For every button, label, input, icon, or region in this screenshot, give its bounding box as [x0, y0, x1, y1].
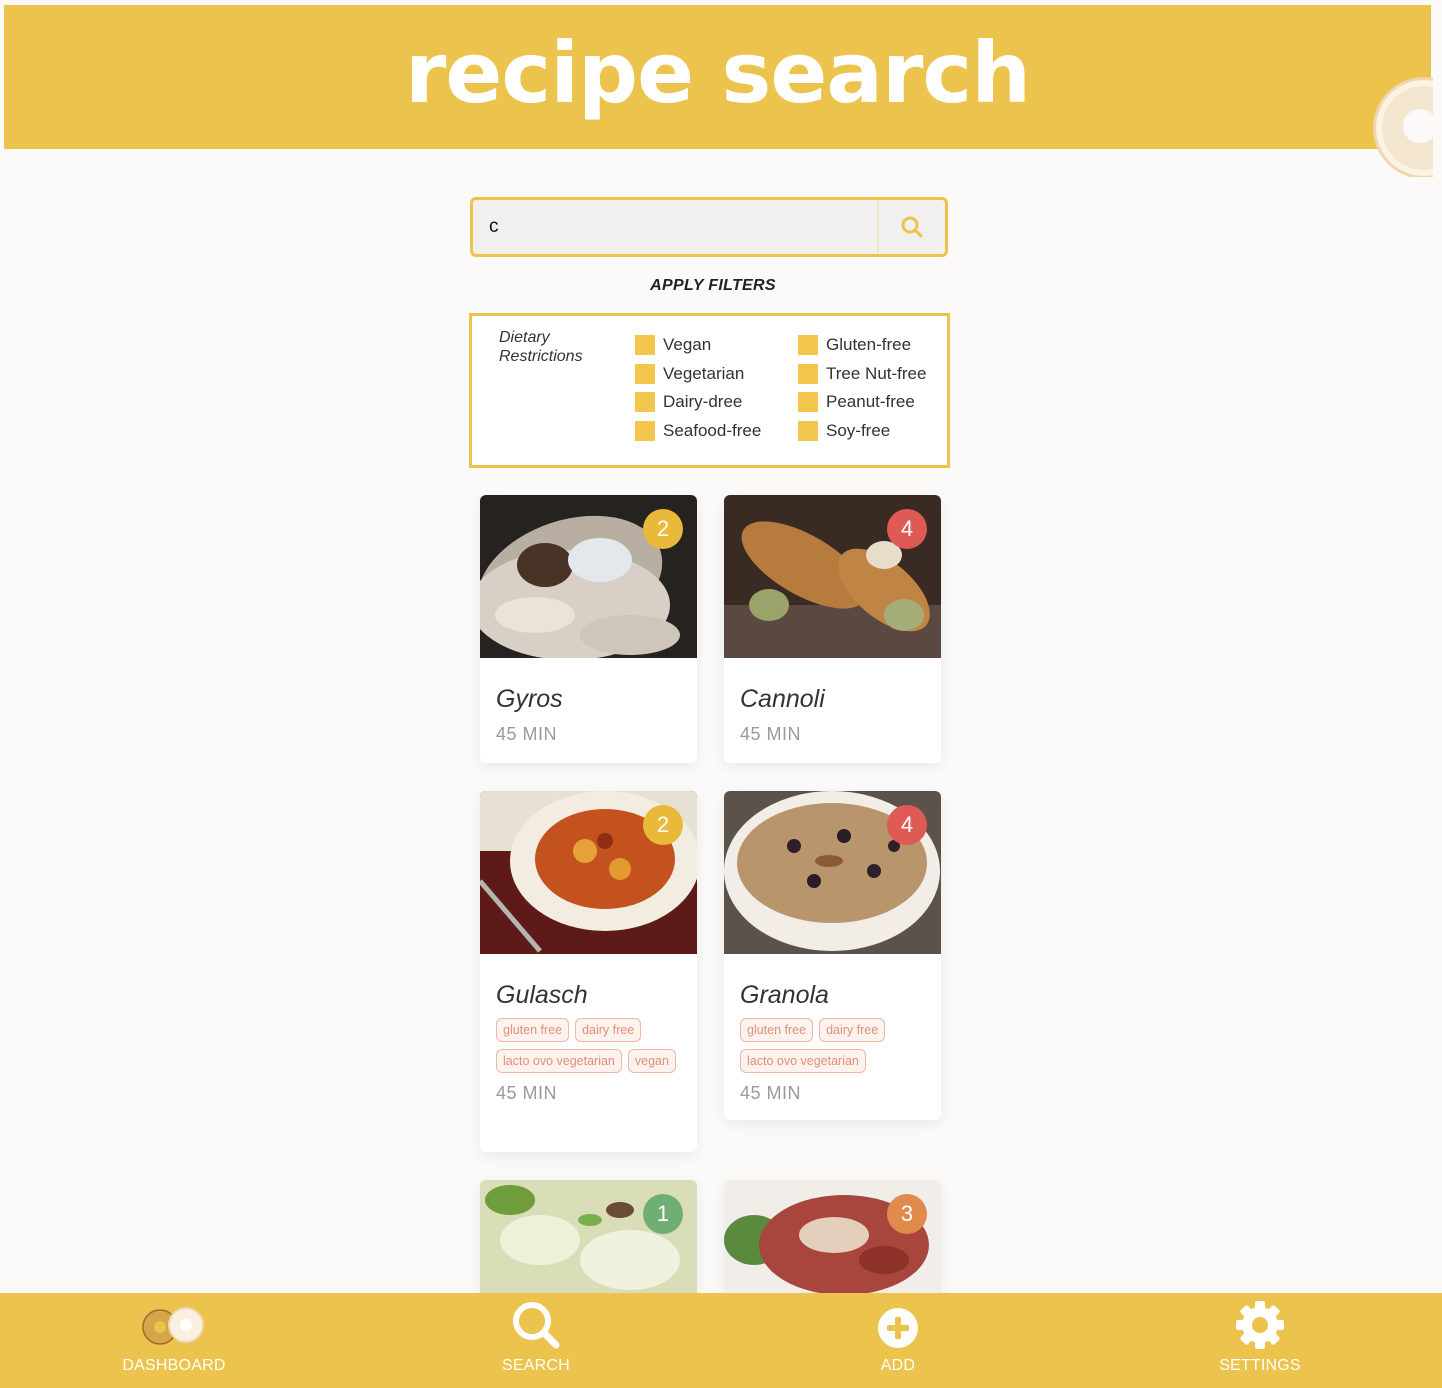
- nav-settings[interactable]: SETTINGS: [1170, 1293, 1350, 1388]
- recipe-time: 45 MIN: [740, 724, 802, 744]
- checkbox[interactable]: [635, 335, 655, 355]
- tag-list: gluten free dairy free lacto ovo vegetar…: [740, 1018, 931, 1073]
- recipe-card-cannoli[interactable]: 4 Cannoli 45 MIN: [724, 495, 941, 763]
- filter-dairy-free[interactable]: Dairy-dree: [635, 392, 742, 412]
- recipe-time: 45 MIN: [496, 724, 558, 744]
- filter-soy-free[interactable]: Soy-free: [798, 421, 890, 441]
- recipe-time: 45 MIN: [496, 1083, 558, 1103]
- recipe-title: Gyros: [496, 685, 563, 713]
- recipe-image: 1: [480, 1180, 697, 1293]
- tag: lacto ovo vegetarian: [496, 1049, 622, 1073]
- checkbox[interactable]: [798, 335, 818, 355]
- header-bar: recipe search: [4, 5, 1433, 177]
- recipe-title: Cannoli: [740, 685, 825, 713]
- checkbox[interactable]: [798, 392, 818, 412]
- tag: gluten free: [740, 1018, 814, 1042]
- difficulty-badge: 3: [887, 1194, 927, 1234]
- recipe-time: 45 MIN: [740, 1083, 802, 1103]
- filter-vegetarian[interactable]: Vegetarian: [635, 364, 744, 384]
- recipe-image: 2: [480, 791, 697, 954]
- nav-search[interactable]: SEARCH: [446, 1293, 626, 1388]
- difficulty-badge: 2: [643, 805, 683, 845]
- filter-vegan[interactable]: Vegan: [635, 335, 711, 355]
- difficulty-badge: 4: [887, 509, 927, 549]
- nav-label: SETTINGS: [1219, 1357, 1301, 1374]
- add-circle-icon: [878, 1308, 918, 1348]
- nav-label: SEARCH: [502, 1357, 570, 1374]
- recipe-image: 4: [724, 791, 941, 954]
- donuts-icon: [142, 1307, 204, 1345]
- tag: gluten free: [496, 1018, 570, 1042]
- recipe-card-gyros[interactable]: 2 Gyros 45 MIN: [480, 495, 697, 763]
- checkbox[interactable]: [635, 392, 655, 412]
- page-title: recipe search: [405, 24, 1031, 122]
- filters-panel: Dietary Restrictions Vegan Vegetarian Da…: [469, 313, 950, 468]
- tag: dairy free: [819, 1018, 886, 1042]
- filter-peanut-free[interactable]: Peanut-free: [798, 392, 915, 412]
- filter-seafood-free[interactable]: Seafood-free: [635, 421, 761, 441]
- search-bar: [470, 197, 948, 257]
- nav-add[interactable]: ADD: [808, 1293, 988, 1388]
- tag-list: gluten free dairy free lacto ovo vegetar…: [496, 1018, 687, 1073]
- tag: vegan: [627, 1049, 676, 1073]
- recipe-title: Granola: [740, 981, 829, 1009]
- recipe-card[interactable]: 1: [480, 1180, 697, 1293]
- filter-tree-nut-free[interactable]: Tree Nut-free: [798, 364, 926, 384]
- checkbox[interactable]: [635, 364, 655, 384]
- recipe-image: 4: [724, 495, 941, 658]
- tag: lacto ovo vegetarian: [740, 1049, 866, 1073]
- checkbox[interactable]: [635, 421, 655, 441]
- tag: dairy free: [575, 1018, 642, 1042]
- difficulty-badge: 4: [887, 805, 927, 845]
- gear-icon: [1236, 1301, 1284, 1349]
- recipe-image: 3: [724, 1180, 941, 1293]
- nav-label: ADD: [880, 1357, 916, 1374]
- search-icon: [901, 216, 923, 238]
- difficulty-badge: 1: [643, 1194, 683, 1234]
- recipe-card-granola[interactable]: 4 Granola gluten free dairy free lacto o…: [724, 791, 941, 1120]
- bottom-nav: DASHBOARD SEARCH ADD SETTINGS: [0, 1293, 1442, 1388]
- nav-dashboard[interactable]: DASHBOARD: [84, 1293, 264, 1388]
- recipe-image: 2: [480, 495, 697, 658]
- filter-gluten-free[interactable]: Gluten-free: [798, 335, 911, 355]
- difficulty-badge: 2: [643, 509, 683, 549]
- donut-logo-icon: [1373, 77, 1433, 177]
- checkbox[interactable]: [798, 421, 818, 441]
- apply-filters-button[interactable]: APPLY FILTERS: [470, 277, 956, 295]
- recipe-card-gulasch[interactable]: 2 Gulasch gluten free dairy free lacto o…: [480, 791, 697, 1152]
- nav-label: DASHBOARD: [122, 1357, 226, 1374]
- recipe-card[interactable]: 3: [724, 1180, 941, 1293]
- checkbox[interactable]: [798, 364, 818, 384]
- dietary-restrictions-label: Dietary Restrictions: [499, 329, 583, 365]
- search-icon: [513, 1302, 560, 1349]
- search-input[interactable]: [473, 200, 883, 254]
- recipe-title: Gulasch: [496, 981, 588, 1009]
- search-button[interactable]: [877, 200, 945, 254]
